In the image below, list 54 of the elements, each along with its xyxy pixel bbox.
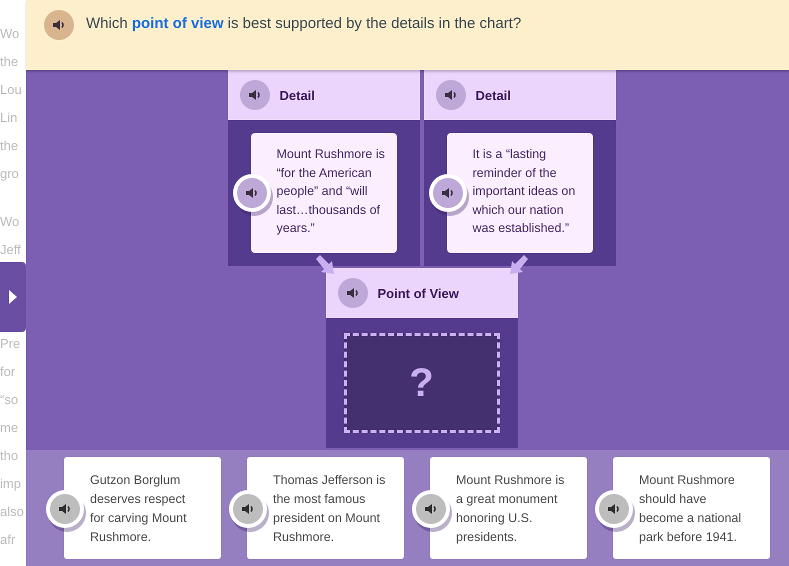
background-text: Wo [0, 213, 20, 231]
background-text: also [0, 503, 25, 521]
speaker-button[interactable] [599, 494, 629, 524]
caret-icon [8, 289, 18, 305]
speaker-button[interactable] [416, 494, 446, 524]
answer-card[interactable]: Mount Rushmore is a great monument honoring U.S. presidents. [430, 457, 587, 559]
speaker-icon [440, 185, 456, 201]
expand-panel-button[interactable] [0, 262, 26, 332]
detail-heading: Detail [476, 88, 511, 102]
speaker-button[interactable] [236, 178, 266, 208]
answer-card[interactable]: Thomas Jefferson is the most famous president on Mount Rushmore. [247, 457, 404, 559]
answer-text: Mount Rushmore is a great monument honoring U.S. presidents. [456, 472, 566, 546]
speaker-icon [57, 501, 73, 517]
speaker-button[interactable] [50, 494, 80, 524]
background-text: Pre [0, 335, 22, 353]
speaker-button[interactable] [436, 80, 466, 110]
speaker-button[interactable] [44, 10, 74, 40]
speaker-button[interactable] [338, 278, 368, 308]
background-text: Lin [0, 109, 18, 127]
detail-text: Mount Rushmore is “for the American people” and “will last…thousands of years.” [276, 146, 386, 237]
background-text: afr [0, 531, 16, 549]
answer-card[interactable]: Mount Rushmore should have become a national park before 1941. [613, 457, 770, 559]
speaker-button[interactable] [233, 494, 263, 524]
background-text: tho [0, 447, 20, 465]
background-text: Lou [0, 81, 23, 99]
speaker-icon [51, 17, 67, 33]
background-text: the [0, 137, 20, 155]
speaker-icon [240, 501, 256, 517]
speaker-icon [442, 87, 458, 103]
speaker-icon [423, 501, 439, 517]
background-text: imp [0, 475, 22, 493]
question-mark: ? [409, 360, 434, 406]
answer-text: Mount Rushmore should have become a national park before 1941. [639, 472, 742, 546]
speaker-icon [344, 285, 360, 301]
answer-text: Gutzon Borglum deserves respect for carving Mount Rushmore. [90, 472, 188, 546]
answer-text: Thomas Jefferson is the most famous president on Mount Rushmore. [273, 472, 386, 546]
answer-card[interactable]: Gutzon Borglum deserves respect for carving Mount Rushmore. [64, 457, 221, 559]
background-text: gro [0, 165, 20, 183]
background-text: the [0, 53, 20, 71]
background-text: Wo [0, 25, 20, 43]
speaker-icon [246, 87, 262, 103]
background-text: me [0, 419, 20, 437]
drop-zone[interactable]: ? [344, 333, 500, 433]
speaker-button[interactable] [432, 178, 462, 208]
speaker-icon [606, 501, 622, 517]
speaker-button[interactable] [240, 80, 270, 110]
background-text: Jeff [0, 241, 22, 259]
point-of-view-heading: Point of View [378, 286, 459, 300]
question-text: Which point of view is best supported by the details in the chart? [86, 14, 522, 34]
detail-heading: Detail [280, 88, 315, 102]
background-text: for [0, 363, 16, 381]
detail-text: It is a “lasting reminder of the important ideas on which our nation was established.” [472, 146, 576, 237]
speaker-icon [244, 185, 260, 201]
background-text: “so [0, 391, 20, 409]
